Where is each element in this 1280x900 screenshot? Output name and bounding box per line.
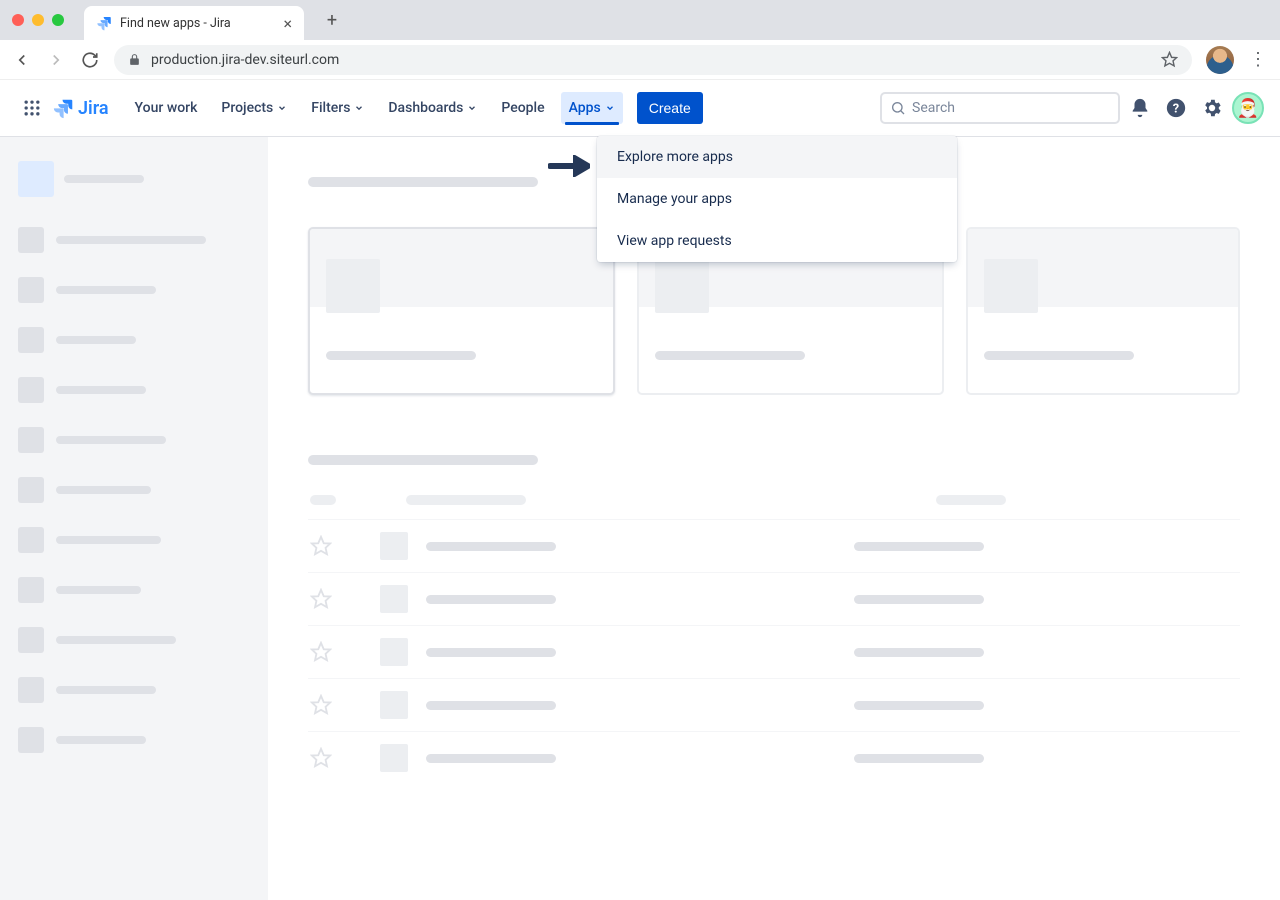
sidebar-item-skeleton[interactable] bbox=[12, 371, 256, 409]
star-icon[interactable] bbox=[310, 535, 332, 557]
list-row-skeleton[interactable] bbox=[308, 625, 1240, 678]
search-input[interactable]: Search bbox=[880, 92, 1120, 124]
star-icon[interactable] bbox=[310, 588, 332, 610]
annotation-arrow-icon bbox=[548, 155, 590, 177]
browser-tab-bar: Find new apps - Jira × + bbox=[0, 0, 1280, 40]
chevron-down-icon bbox=[467, 103, 477, 113]
browser-profile-avatar[interactable] bbox=[1206, 46, 1234, 74]
nav-apps[interactable]: Apps bbox=[561, 92, 623, 124]
nav-your-work[interactable]: Your work bbox=[127, 80, 206, 136]
nav-dashboards[interactable]: Dashboards bbox=[380, 80, 485, 136]
notifications-button[interactable] bbox=[1124, 92, 1156, 124]
jira-favicon-icon bbox=[96, 15, 112, 31]
maximize-window-button[interactable] bbox=[52, 14, 64, 26]
svg-text:?: ? bbox=[1173, 102, 1179, 117]
settings-button[interactable] bbox=[1196, 92, 1228, 124]
address-bar[interactable]: production.jira-dev.siteurl.com bbox=[114, 45, 1192, 75]
lock-icon bbox=[128, 53, 141, 66]
jira-icon bbox=[52, 97, 74, 119]
sidebar-item-skeleton[interactable] bbox=[12, 621, 256, 659]
star-icon[interactable] bbox=[310, 641, 332, 663]
url-text: production.jira-dev.siteurl.com bbox=[151, 52, 339, 68]
menu-view-app-requests[interactable]: View app requests bbox=[597, 220, 957, 262]
new-tab-button[interactable]: + bbox=[318, 6, 346, 34]
browser-menu-button[interactable]: ⋮ bbox=[1248, 49, 1268, 70]
window-controls bbox=[12, 14, 64, 26]
search-icon bbox=[890, 100, 906, 116]
list-row-skeleton[interactable] bbox=[308, 731, 1240, 784]
minimize-window-button[interactable] bbox=[32, 14, 44, 26]
tab-title: Find new apps - Jira bbox=[120, 16, 231, 31]
sidebar-item-skeleton[interactable] bbox=[12, 421, 256, 459]
sidebar-item-skeleton[interactable] bbox=[12, 471, 256, 509]
list-row-skeleton[interactable] bbox=[308, 519, 1240, 572]
create-button[interactable]: Create bbox=[637, 92, 703, 124]
jira-logo[interactable]: Jira bbox=[52, 97, 109, 119]
list-row-skeleton[interactable] bbox=[308, 678, 1240, 731]
bell-icon bbox=[1129, 97, 1151, 119]
help-button[interactable]: ? bbox=[1160, 92, 1192, 124]
product-name: Jira bbox=[78, 98, 109, 119]
section-title-skeleton bbox=[308, 455, 538, 465]
sidebar-item-skeleton[interactable] bbox=[12, 521, 256, 559]
list-row-skeleton[interactable] bbox=[308, 572, 1240, 625]
menu-manage-your-apps[interactable]: Manage your apps bbox=[597, 178, 957, 220]
chevron-down-icon bbox=[277, 103, 287, 113]
sidebar-item-skeleton[interactable] bbox=[12, 221, 256, 259]
jira-nav-bar: Jira Your work Projects Filters Dashboar… bbox=[0, 80, 1280, 137]
star-icon[interactable] bbox=[310, 747, 332, 769]
chevron-down-icon bbox=[605, 103, 615, 113]
gear-icon bbox=[1201, 97, 1223, 119]
app-switcher-button[interactable] bbox=[16, 92, 48, 124]
bookmark-star-icon[interactable] bbox=[1161, 51, 1178, 68]
grid-icon bbox=[22, 98, 42, 118]
sidebar-item-skeleton[interactable] bbox=[12, 271, 256, 309]
sidebar-item-skeleton[interactable] bbox=[12, 321, 256, 359]
sidebar-item-skeleton[interactable] bbox=[12, 571, 256, 609]
chevron-down-icon bbox=[354, 103, 364, 113]
user-avatar[interactable]: 🎅 bbox=[1232, 92, 1264, 124]
menu-explore-more-apps[interactable]: Explore more apps bbox=[597, 136, 957, 178]
sidebar-project-header[interactable] bbox=[12, 161, 256, 197]
section-title-skeleton bbox=[308, 177, 538, 187]
forward-button[interactable] bbox=[46, 50, 66, 70]
browser-toolbar: production.jira-dev.siteurl.com ⋮ bbox=[0, 40, 1280, 80]
nav-people[interactable]: People bbox=[493, 80, 552, 136]
browser-tab[interactable]: Find new apps - Jira × bbox=[84, 6, 304, 40]
back-button[interactable] bbox=[12, 50, 32, 70]
sidebar-item-skeleton[interactable] bbox=[12, 671, 256, 709]
sidebar bbox=[0, 137, 268, 900]
nav-projects[interactable]: Projects bbox=[213, 80, 295, 136]
search-placeholder: Search bbox=[912, 100, 955, 116]
help-icon: ? bbox=[1165, 97, 1187, 119]
app-card-skeleton[interactable] bbox=[966, 227, 1240, 395]
nav-filters[interactable]: Filters bbox=[303, 80, 372, 136]
sidebar-item-skeleton[interactable] bbox=[12, 721, 256, 759]
tab-close-button[interactable]: × bbox=[283, 14, 292, 33]
close-window-button[interactable] bbox=[12, 14, 24, 26]
apps-dropdown-menu: Explore more apps Manage your apps View … bbox=[597, 136, 957, 262]
list-header-skeleton bbox=[308, 495, 1240, 505]
skeleton-line bbox=[64, 175, 144, 183]
reload-button[interactable] bbox=[80, 50, 100, 70]
project-avatar-skeleton bbox=[18, 161, 54, 197]
app-card-skeleton[interactable] bbox=[308, 227, 615, 395]
star-icon[interactable] bbox=[310, 694, 332, 716]
